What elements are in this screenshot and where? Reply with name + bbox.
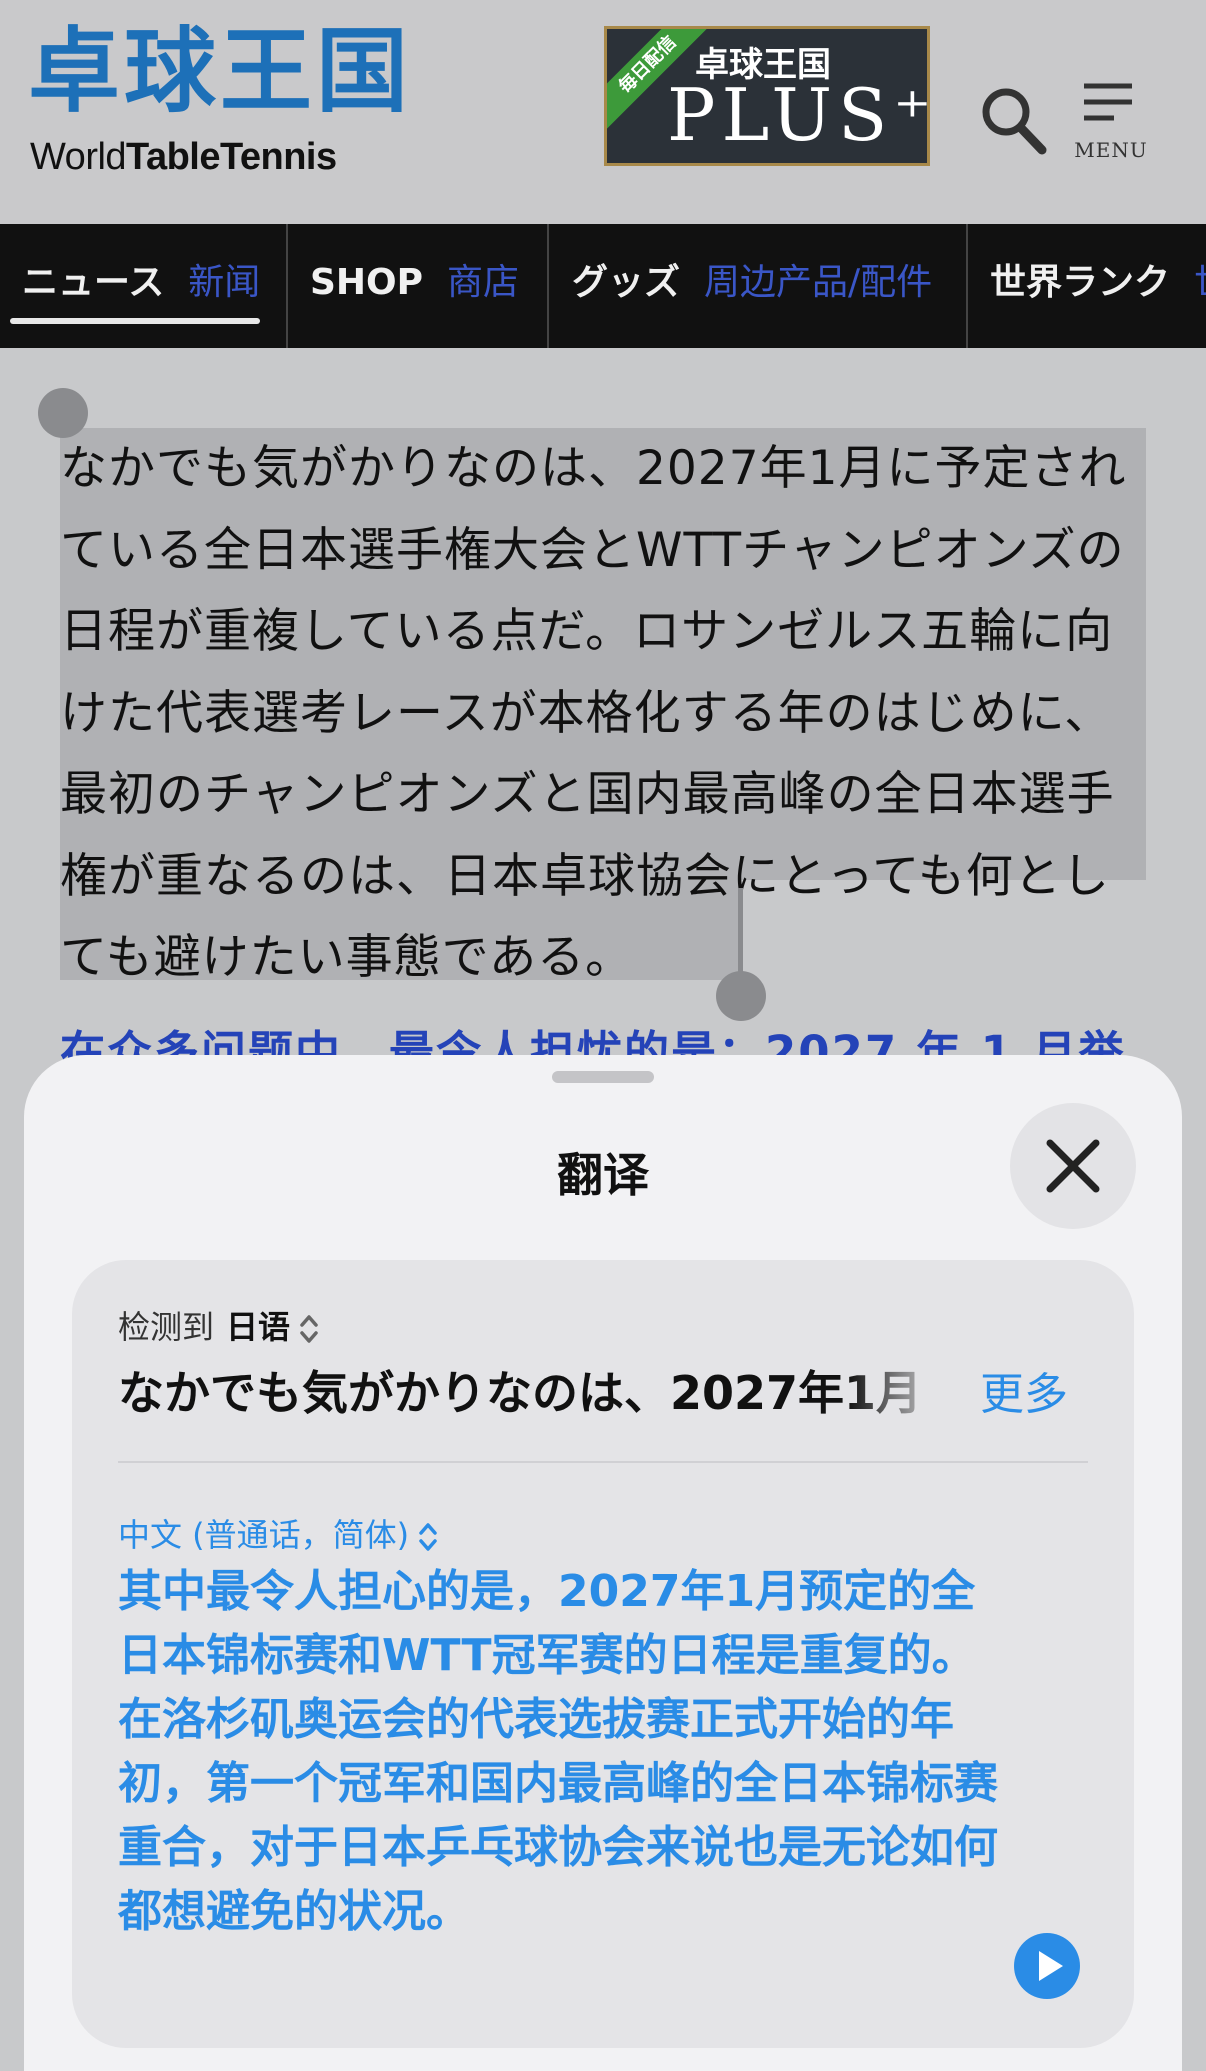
translation-card: 检测到 日语 なかでも気がかりなのは、2027年1月 更多 中文 (普通话，简体)… [72,1260,1134,2048]
menu-button[interactable]: MENU [1074,80,1148,170]
nav-item-label: ニュース [22,262,165,303]
plus-banner[interactable]: 毎日配信 卓球王国 PLUS⁺ [604,26,930,166]
play-icon [1039,1951,1063,1981]
category-nav: ニュース新闻 SHOP 商店 グッズ周边产品/配件 世界ランク世 [0,224,1206,348]
nav-item-label: グッズ [572,262,681,303]
nav-active-indicator [10,318,260,324]
nav-item-translation: 新闻 [188,262,261,303]
nav-divider [966,224,968,348]
nav-item-translation: 世 [1194,262,1206,303]
logo-sub-world: World [30,136,127,178]
source-language-selector[interactable]: 日语 [226,1308,290,1346]
target-language-row[interactable]: 中文 (普通话，简体) [118,1510,439,1556]
chevron-up-down-icon [419,1523,437,1551]
site-logo-subtitle[interactable]: WorldTableTennis [30,136,337,179]
chevron-up-down-icon [300,1315,318,1343]
hamburger-icon [1084,83,1132,121]
nav-item-label: SHOP [310,262,424,303]
nav-divider [547,224,549,348]
detected-label: 检测到 [118,1308,215,1346]
sheet-grabber[interactable] [552,1071,654,1083]
selection-end-handle[interactable] [716,971,766,1021]
translate-sheet: 翻译 检测到 日语 なかでも気がかりなのは、2027年1月 更多 中文 (普通话，… [24,1055,1182,2071]
nav-item-world-ranking[interactable]: 世界ランク世 [990,224,1206,348]
selection-start-handle[interactable] [38,388,88,438]
source-text-fade [848,1358,948,1428]
nav-item-translation: 周边产品/配件 [704,262,933,303]
source-text-preview: なかでも気がかりなのは、2027年1月 [118,1366,923,1420]
target-language-selector: 中文 (普通话，简体) [118,1516,410,1554]
translated-text: 其中最令人担心的是，2027年1月预定的全日本锦标赛和WTT冠军赛的日程是重复的… [118,1566,998,1937]
search-icon [982,88,1047,155]
source-language-row: 检测到 日语 [118,1302,320,1348]
nav-item-news[interactable]: ニュース 新闻 [22,224,260,348]
nav-item-goods[interactable]: グッズ 周边产品/配件 [572,224,932,348]
close-icon [1046,1139,1100,1193]
search-button[interactable] [978,84,1048,158]
play-audio-button[interactable] [1014,1933,1080,1999]
nav-item-shop[interactable]: SHOP 商店 [310,224,519,348]
article-paragraph[interactable]: なかでも気がかりなのは、2027年1月に予定されている全日本選手権大会とWTTチ… [60,428,1150,999]
site-logo[interactable]: 卓球王国 [28,18,408,134]
logo-sub-bold: TableTennis [126,136,337,178]
nav-divider [286,224,288,348]
article-body: なかでも気がかりなのは、2027年1月に予定されている全日本選手権大会とWTTチ… [0,348,1206,1071]
more-button[interactable]: 更多 [980,1360,1068,1430]
close-button[interactable] [1010,1103,1136,1229]
nav-item-translation: 商店 [447,262,520,303]
menu-label: MENU [1074,138,1148,162]
sheet-title: 翻译 [557,1148,649,1202]
site-header: 卓球王国 WorldTableTennis 毎日配信 卓球王国 PLUS⁺ ME… [0,0,1206,224]
nav-item-label: 世界ランク [990,262,1171,303]
plus-banner-word: PLUS⁺ [667,73,930,157]
card-divider [118,1461,1088,1463]
